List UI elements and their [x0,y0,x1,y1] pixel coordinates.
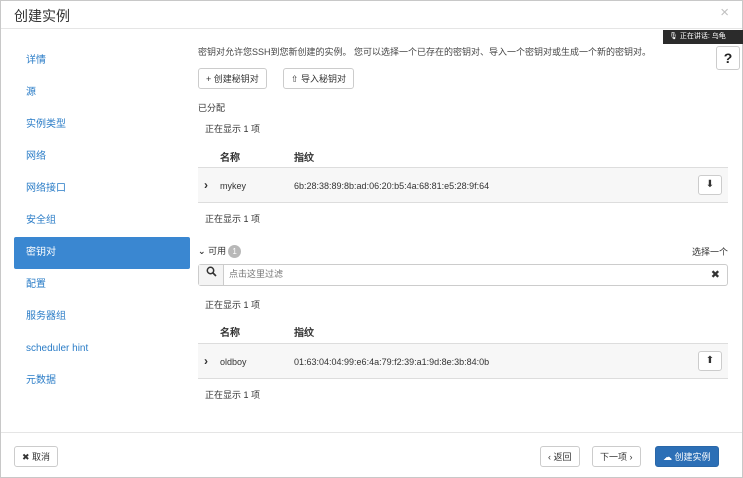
cancel-button[interactable]: ✖ 取消 [14,446,59,467]
close-icon[interactable]: × [720,4,729,21]
arrow-down-icon[interactable]: ⬇ [698,175,722,195]
microphone-icon: 🎙 [669,33,678,40]
sidebar-item-security-groups[interactable]: 安全组 [14,205,190,237]
sidebar-item-label: 详情 [26,55,46,66]
sidebar-item-label: 密钥对 [26,247,56,258]
help-icon[interactable]: ? [716,46,740,70]
sidebar-item-flavor[interactable]: 实例类型 [14,109,190,141]
arrow-up-icon[interactable]: ⬆ [698,351,722,371]
create-key-pair-button[interactable]: + 创建秘钥对 [198,68,267,89]
sidebar-item-scheduler-hint[interactable]: scheduler hint [14,333,190,365]
sidebar-item-details[interactable]: 详情 [14,45,190,77]
filter-box[interactable]: ✖ [198,264,728,286]
available-showing-top: 正在显示 1 项 [205,300,261,310]
clear-filter-icon[interactable]: ✖ [711,268,720,281]
available-count-badge: 1 [228,245,242,259]
available-name-header: 名称 [220,328,240,339]
sidebar-item-server-groups[interactable]: 服务器组 [14,301,190,333]
available-label: 可用 [208,246,227,256]
select-one-label: 选择一个 [691,247,728,257]
speaking-text: 正在讲话: 乌龟 [679,33,726,40]
filter-input[interactable] [229,269,699,279]
allocated-title: 已分配 [198,103,226,113]
sidebar-item-configuration[interactable]: 配置 [14,269,190,301]
import-key-pair-button[interactable]: ⇧ 导入秘钥对 [283,68,355,89]
sidebar-item-label: 服务器组 [26,311,66,322]
modal-footer: ✖ 取消 ‹ 返回 下一项 › ☁ 创建实例 [1,432,742,478]
speaking-indicator: 🎙 正在讲话: 乌龟 [663,30,743,44]
launch-instance-button[interactable]: ☁ 创建实例 [655,446,719,467]
cloud-upload-icon: ☁ [663,452,672,462]
sidebar-item-label: 配置 [26,279,46,290]
divider [198,378,728,379]
sidebar-item-networks[interactable]: 网络 [14,141,190,173]
sidebar-item-source[interactable]: 源 [14,77,190,109]
available-showing-bottom: 正在显示 1 项 [205,390,261,400]
sidebar-item-key-pair[interactable]: 密钥对 [14,237,190,269]
allocated-showing-bottom: 正在显示 1 项 [205,214,261,224]
key-fingerprint: 01:63:04:04:99:e6:4a:79:f2:39:a1:9d:8e:3… [294,357,490,367]
key-name: oldboy [220,357,247,367]
sidebar-item-label: 实例类型 [26,119,66,130]
key-pair-intro: 密钥对允许您SSH到您新创建的实例。 您可以选择一个已存在的密钥对、导入一个密钥… [198,47,652,57]
sidebar-item-label: 安全组 [26,215,56,226]
sidebar-item-label: 元数据 [26,375,56,386]
table-row[interactable]: › oldboy 01:63:04:04:99:e6:4a:79:f2:39:a… [198,344,728,378]
launch-instance-modal: 创建实例 × 详情 源 实例类型 网络 网络接口 安全组 密钥对 配置 服务器组… [0,0,743,478]
key-fingerprint: 6b:28:38:89:8b:ad:06:20:b5:4a:68:81:e5:2… [294,181,490,191]
back-button[interactable]: ‹ 返回 [540,446,580,467]
sidebar-item-label: scheduler hint [26,343,89,354]
available-toggle[interactable]: ⌄ 可用 1 [198,244,242,259]
available-fingerprint-header: 指纹 [294,328,314,339]
allocated-fingerprint-header: 指纹 [294,153,314,164]
key-name: mykey [220,181,247,191]
table-row[interactable]: › mykey 6b:28:38:89:8b:ad:06:20:b5:4a:68… [198,168,728,202]
launch-instance-label: 创建实例 [674,452,711,462]
chevron-right-icon[interactable]: › [204,354,208,368]
sidebar-item-network-ports[interactable]: 网络接口 [14,173,190,205]
allocated-showing-top: 正在显示 1 项 [205,124,261,134]
next-button[interactable]: 下一项 › [592,446,641,467]
allocated-name-header: 名称 [220,153,240,164]
sidebar-item-label: 源 [26,87,36,98]
wizard-sidebar: 详情 源 实例类型 网络 网络接口 安全组 密钥对 配置 服务器组 schedu… [14,45,190,397]
sidebar-item-label: 网络接口 [26,183,66,194]
search-icon [199,265,224,285]
modal-header: 创建实例 × [1,1,742,29]
chevron-down-icon: ⌄ [198,246,206,256]
chevron-right-icon[interactable]: › [204,178,208,192]
sidebar-item-label: 网络 [26,151,46,162]
modal-title: 创建实例 [14,8,70,24]
sidebar-item-metadata[interactable]: 元数据 [14,365,190,397]
divider [198,202,728,203]
